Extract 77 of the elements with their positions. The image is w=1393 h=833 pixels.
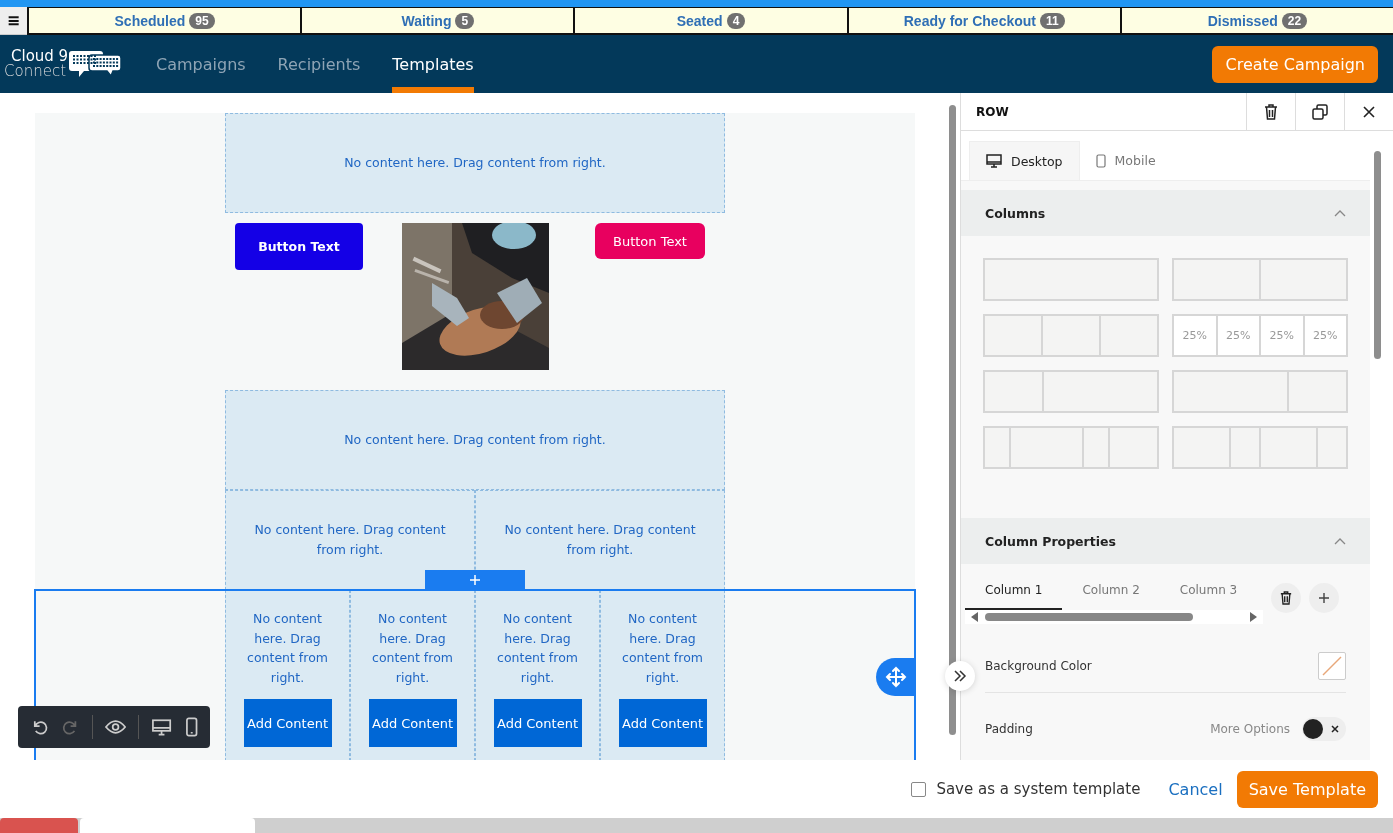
menu-button[interactable]: ≡ — [0, 7, 27, 35]
mobile-icon — [1095, 153, 1106, 168]
content-row[interactable]: No content here. Drag content from right. — [35, 113, 915, 213]
device-tab[interactable]: Mobile — [1079, 141, 1172, 180]
column-tab[interactable]: Column 2 — [1062, 572, 1160, 610]
create-campaign-button[interactable]: Create Campaign — [1212, 45, 1378, 83]
move-icon — [884, 666, 907, 688]
panel-title: ROW — [975, 104, 1010, 119]
plus-icon — [469, 574, 481, 586]
add-content-button[interactable]: Add Content — [243, 699, 332, 747]
count-badge: 5 — [455, 12, 475, 29]
more-options-label: More Options — [1210, 722, 1290, 736]
close-icon — [1363, 105, 1375, 118]
close-icon — [1330, 724, 1340, 734]
content-row[interactable]: Button Text Button Text — [35, 223, 915, 380]
width-label: 25% — [1182, 329, 1207, 342]
add-content-button[interactable]: Add Content — [618, 699, 707, 747]
field-label: Background Color — [985, 659, 1093, 673]
cancel-link[interactable]: Cancel — [1168, 779, 1223, 799]
plus-icon — [1318, 592, 1330, 604]
template-button[interactable]: Button Text — [595, 223, 705, 259]
nav-link[interactable]: Recipients — [277, 35, 361, 93]
status-tab[interactable]: Scheduled 95 — [27, 7, 301, 35]
template-button[interactable]: Button Text — [235, 223, 363, 270]
right-arrow-icon[interactable] — [1249, 612, 1257, 622]
content-row[interactable]: No content here. Drag content from right. No content here. Drag content from right. — [35, 490, 915, 590]
save-template-button[interactable]: Save Template — [1236, 770, 1378, 808]
nav-link[interactable]: Templates — [392, 35, 474, 93]
left-arrow-icon[interactable] — [971, 612, 979, 622]
desktop-icon — [986, 154, 1002, 168]
mobile-icon[interactable] — [184, 717, 198, 737]
nav-link[interactable]: Campaigns — [156, 35, 246, 93]
column-layout-option[interactable]: 25% 25% 25% 25% — [1172, 314, 1348, 357]
toggle-switch[interactable] — [1302, 717, 1346, 741]
add-content-button[interactable]: Add Content — [493, 699, 582, 747]
field-label: Padding — [985, 722, 1034, 736]
preview-eye-icon[interactable] — [105, 717, 127, 737]
checkbox-label: Save as a system template — [936, 780, 1141, 798]
status-tab[interactable]: Seated 4 — [573, 7, 847, 35]
color-swatch[interactable] — [1318, 652, 1346, 680]
logo-text: Cloud 9 — [11, 49, 69, 64]
placeholder-text: No content here. Drag content from right. — [503, 521, 697, 559]
count-badge: 4 — [726, 12, 746, 29]
width-label: 25% — [1269, 329, 1294, 342]
add-content-button[interactable]: Add Content — [368, 699, 457, 747]
placeholder-text: No content here. Drag content from right. — [621, 610, 704, 687]
placeholder-text: No content here. Drag content from right. — [371, 610, 454, 687]
double-chevron-icon — [953, 670, 967, 682]
device-tab[interactable]: Desktop — [969, 141, 1080, 180]
status-tab[interactable]: Dismissed 22 — [1119, 7, 1393, 35]
trash-icon — [1280, 591, 1292, 605]
placeholder-text: No content here. Drag content from right. — [253, 521, 447, 559]
status-tab[interactable]: Ready for Checkout 11 — [846, 7, 1120, 35]
placeholder-text: No content here. Drag content from right. — [344, 154, 606, 172]
section-header[interactable]: Columns — [961, 190, 1370, 236]
placeholder-text: No content here. Drag content from right. — [344, 431, 606, 449]
chat-bubbles-icon — [68, 49, 123, 79]
scrollbar[interactable] — [965, 610, 1263, 624]
delete-column-button[interactable] — [1271, 583, 1301, 613]
add-column-button[interactable] — [1309, 583, 1339, 613]
status-tab[interactable]: Waiting 5 — [300, 7, 574, 35]
copy-icon — [1312, 103, 1328, 120]
section-header[interactable]: Column Properties — [961, 518, 1370, 564]
logo-text: Connect — [4, 64, 68, 79]
content-row[interactable]: No content here. Drag content from right. — [35, 390, 915, 490]
placeholder-text: No content here. Drag content from right. — [246, 610, 329, 687]
checkbox[interactable] — [911, 781, 927, 797]
column-tab[interactable]: Column 3 — [1159, 572, 1258, 610]
count-badge: 11 — [1040, 12, 1065, 29]
width-label: 25% — [1226, 329, 1251, 342]
count-badge: 22 — [1281, 12, 1308, 29]
desktop-icon[interactable] — [151, 717, 173, 737]
count-badge: 95 — [189, 12, 215, 29]
move-handle[interactable] — [876, 658, 915, 696]
trash-icon — [1264, 103, 1278, 120]
width-label: 25% — [1313, 329, 1338, 342]
placeholder-text: No content here. Drag content from right. — [496, 610, 579, 687]
